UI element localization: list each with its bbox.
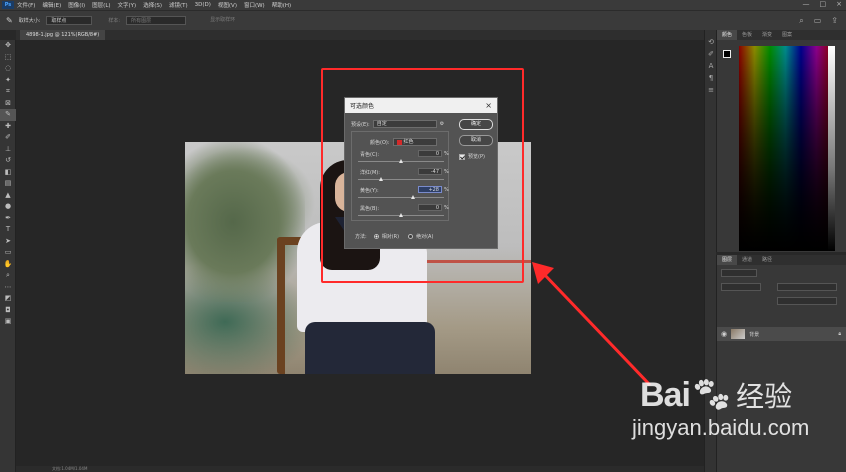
- tab-channels[interactable]: 通道: [737, 255, 757, 265]
- menu-3d[interactable]: 3D(D): [195, 2, 211, 8]
- move-tool-icon[interactable]: ✥: [0, 40, 16, 52]
- menu-file[interactable]: 文件(F): [17, 1, 35, 9]
- gradient-tool-icon[interactable]: ▤: [0, 178, 16, 190]
- watermark-logo: Bai: [640, 376, 691, 414]
- more-tools-icon[interactable]: ⋯: [0, 282, 16, 294]
- color-slider[interactable]: [828, 46, 835, 251]
- type-tool-icon[interactable]: T: [0, 224, 16, 236]
- eyedropper-tool-icon[interactable]: ✎: [6, 16, 13, 25]
- red-arrow-icon: [532, 262, 652, 387]
- sample-layers-label: 样本:: [108, 18, 121, 24]
- sample-size-select[interactable]: 取样点: [46, 16, 93, 25]
- menu-edit[interactable]: 编辑(E): [42, 1, 61, 9]
- quick-mask-icon[interactable]: ◘: [0, 305, 16, 317]
- path-select-icon[interactable]: ➤: [0, 236, 16, 248]
- dodge-tool-icon[interactable]: ●: [0, 201, 16, 213]
- fill-field[interactable]: [777, 297, 837, 305]
- layer-name: 背景: [749, 331, 760, 338]
- healing-brush-icon[interactable]: ✚: [0, 121, 16, 133]
- foreground-swatch[interactable]: [723, 50, 731, 58]
- maximize-icon[interactable]: □: [820, 0, 827, 8]
- close-icon[interactable]: ×: [836, 0, 842, 8]
- eyedropper-icon[interactable]: ✎: [0, 109, 16, 121]
- photoshop-logo: Ps: [2, 1, 14, 9]
- menu-bar: Ps 文件(F) 编辑(E) 图像(I) 图层(L) 文字(Y) 选择(S) 滤…: [0, 0, 846, 10]
- menu-filter[interactable]: 滤镜(T): [169, 1, 188, 9]
- layer-thumbnail: [731, 329, 746, 339]
- tools-panel: ✥ ⬚ ◌ ✦ ⌗ ⊠ ✎ ✚ ✐ ⊥ ↺ ◧ ▤ ▲ ● ✒ T ➤ ▭ ✋ …: [0, 40, 16, 472]
- opacity-field[interactable]: [777, 283, 837, 291]
- brush-tool-icon[interactable]: ✐: [0, 132, 16, 144]
- color-picker-field[interactable]: [739, 46, 832, 251]
- document-tab[interactable]: 4898-1.jpg @ 121%(RGB/8#): [20, 30, 106, 40]
- blur-tool-icon[interactable]: ▲: [0, 190, 16, 202]
- color-swatches-icon[interactable]: ◩: [0, 293, 16, 305]
- stamp-tool-icon[interactable]: ⊥: [0, 144, 16, 156]
- eye-icon[interactable]: ◉: [721, 330, 727, 338]
- sample-layers-select[interactable]: 所有图层: [126, 16, 187, 25]
- paw-icon: 🐾︎: [689, 376, 733, 414]
- minimize-icon[interactable]: —: [803, 0, 810, 8]
- share-icon[interactable]: ⇪: [831, 16, 838, 26]
- eraser-tool-icon[interactable]: ◧: [0, 167, 16, 179]
- tab-gradients[interactable]: 渐变: [757, 30, 777, 40]
- frame-tool-icon[interactable]: ⊠: [0, 98, 16, 110]
- status-bar: 文档:1.04M/1.04M: [16, 466, 704, 472]
- document-tab-bar: 4898-1.jpg @ 121%(RGB/8#): [16, 30, 704, 40]
- baidu-watermark: Bai🐾︎ 经验 jingyan.baidu.com: [632, 375, 809, 440]
- tab-paths[interactable]: 路径: [757, 255, 777, 265]
- search-icon[interactable]: ⌕: [799, 16, 803, 26]
- menu-layer[interactable]: 图层(L): [92, 1, 110, 9]
- zoom-tool-icon[interactable]: ⌕: [0, 270, 16, 282]
- menu-help[interactable]: 帮助(H): [272, 1, 291, 9]
- options-bar: ✎ 取样大小: 取样点 样本: 所有图层 显示取样环 ⌕ ▭ ⇪: [0, 10, 846, 30]
- history-brush-icon[interactable]: ↺: [0, 155, 16, 167]
- tab-color[interactable]: 颜色: [717, 30, 738, 40]
- watermark-url: jingyan.baidu.com: [632, 415, 810, 440]
- menu-window[interactable]: 窗口(W): [244, 1, 265, 9]
- shape-tool-icon[interactable]: ▭: [0, 247, 16, 259]
- magic-wand-icon[interactable]: ✦: [0, 75, 16, 87]
- menu-type[interactable]: 文字(Y): [118, 1, 137, 9]
- hand-tool-icon[interactable]: ✋: [0, 259, 16, 271]
- lock-icon: 🔒︎: [838, 331, 841, 337]
- workspace-icon[interactable]: ▭: [814, 16, 822, 26]
- menu-image[interactable]: 图像(I): [68, 1, 85, 9]
- menu-select[interactable]: 选择(S): [143, 1, 162, 9]
- tab-patterns[interactable]: 图案: [777, 30, 797, 40]
- pen-tool-icon[interactable]: ✒: [0, 213, 16, 225]
- screen-mode-icon[interactable]: ▣: [0, 316, 16, 328]
- highlight-frame: [321, 68, 524, 283]
- menu-view[interactable]: 视图(V): [218, 1, 237, 9]
- layer-row[interactable]: ◉ 背景 🔒︎: [717, 327, 846, 341]
- layer-filter-select[interactable]: [721, 269, 757, 277]
- tab-layers[interactable]: 图层: [717, 255, 738, 265]
- color-panel: 颜色 色板 渐变 图案: [716, 30, 846, 252]
- watermark-logo-2: 经验: [736, 380, 793, 413]
- blend-mode-select[interactable]: [721, 283, 761, 291]
- crop-tool-icon[interactable]: ⌗: [0, 86, 16, 98]
- tab-swatches[interactable]: 色板: [737, 30, 757, 40]
- lasso-tool-icon[interactable]: ◌: [0, 63, 16, 75]
- show-sampling-ring-checkbox[interactable]: 显示取样环: [206, 16, 239, 25]
- marquee-tool-icon[interactable]: ⬚: [0, 52, 16, 64]
- sample-size-label: 取样大小:: [18, 18, 41, 24]
